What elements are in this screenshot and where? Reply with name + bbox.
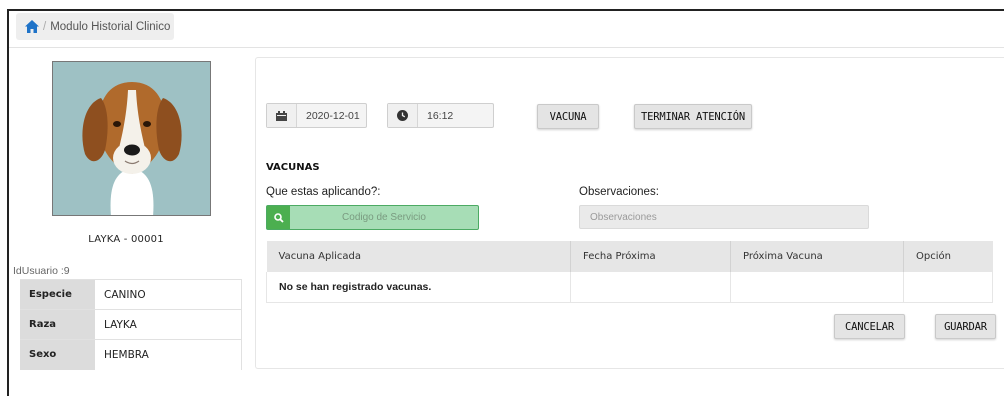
vacuna-button[interactable]: VACUNA [537,104,599,129]
table-header: Vacuna Aplicada Fecha Próxima Próxima Va… [266,241,993,272]
home-icon[interactable] [25,20,39,33]
pet-photo [52,61,211,216]
patient-panel: LAYKA - 00001 IdUsuario :9 Especie CANIN… [9,48,243,396]
table-cell [570,272,731,303]
clock-icon [388,104,418,127]
info-value: LAYKA [95,309,242,340]
section-title: VACUNAS [266,162,320,173]
info-key: Raza [20,309,95,340]
table-cell [730,272,904,303]
column-header: Fecha Próxima [570,241,731,272]
breadcrumb-label[interactable]: Modulo Historial Clinico [50,21,170,33]
terminar-atencion-button[interactable]: TERMINAR ATENCIÓN [634,104,752,129]
patient-info-table: Especie CANINO Raza LAYKA Sexo HEMBRA [20,279,242,370]
info-row-raza: Raza LAYKA [20,309,242,340]
calendar-icon [267,104,297,127]
time-field[interactable]: 16:12 [387,103,494,128]
service-input[interactable]: Codigo de Servicio [290,212,478,223]
service-label: Que estas aplicando?: [266,186,381,198]
time-value: 16:12 [427,109,454,122]
observations-input[interactable]: Observaciones [579,205,869,229]
pet-name: LAYKA - 00001 [88,234,164,245]
cancel-button[interactable]: CANCELAR [834,314,905,339]
empty-message: No se han registrado vacunas. [266,272,571,303]
info-row-especie: Especie CANINO [20,279,242,310]
date-field[interactable]: 2020-12-01 [266,103,367,128]
table-cell [903,272,993,303]
breadcrumb-separator: / [43,20,47,33]
user-id: IdUsuario :9 [13,265,70,277]
search-icon[interactable] [267,206,290,229]
column-header: Vacuna Aplicada [266,241,571,272]
breadcrumb: / Modulo Historial Clinico [16,13,174,40]
info-value: HEMBRA [95,339,242,370]
save-button[interactable]: GUARDAR [935,314,996,339]
service-search[interactable]: Codigo de Servicio [266,205,479,230]
info-value: CANINO [95,279,242,310]
info-row-sexo: Sexo HEMBRA [20,339,242,370]
vaccines-table: Vacuna Aplicada Fecha Próxima Próxima Va… [266,241,993,303]
column-header: Opción [903,241,993,272]
column-header: Próxima Vacuna [730,241,904,272]
observations-label: Observaciones: [579,186,659,198]
vaccine-panel: 2020-12-01 16:12 VACUNA TERMINAR ATENCIÓ… [255,57,1004,369]
date-value: 2020-12-01 [306,109,360,122]
table-row: No se han registrado vacunas. [266,272,993,303]
info-key: Especie [20,279,95,310]
info-key: Sexo [20,339,95,370]
